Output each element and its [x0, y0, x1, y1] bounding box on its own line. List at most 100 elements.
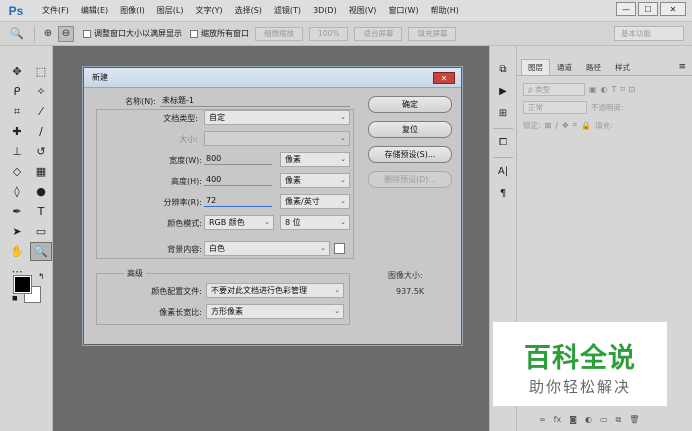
fill-screen-button[interactable]: 填充屏幕 [408, 26, 457, 41]
lasso-tool-icon[interactable]: ᑭ [6, 82, 28, 101]
tab-layers[interactable]: 图层 [521, 59, 550, 75]
zoom-all-windows-checkbox[interactable]: 缩放所有窗口 [190, 28, 249, 39]
pixel-aspect-select[interactable]: 方形像素 ⌄ [206, 304, 344, 319]
default-colors-icon[interactable]: ◼ [12, 294, 18, 302]
zoom-in-icon[interactable]: ⊕ [40, 26, 56, 42]
menu-help[interactable]: 帮助(H) [425, 0, 465, 22]
type-tool-icon[interactable]: T [30, 202, 52, 221]
menu-type[interactable]: 文字(Y) [189, 0, 228, 22]
resolution-input[interactable]: 72 [204, 194, 272, 207]
width-unit-value: 像素 [285, 155, 301, 164]
path-selection-tool-icon[interactable]: ➤ [6, 222, 28, 241]
rectangle-tool-icon[interactable]: ▭ [30, 222, 52, 241]
filter-shape-icon[interactable]: ⌑ [620, 85, 624, 94]
new-layer-icon[interactable]: ⧉ [616, 415, 622, 425]
fit-screen-button[interactable]: 适合屏幕 [354, 26, 403, 41]
color-profile-select[interactable]: 不要对此文档进行色彩管理 ⌄ [206, 283, 344, 298]
lock-image-icon[interactable]: ∕ [555, 121, 558, 130]
marquee-tool-icon[interactable]: ⬚ [30, 62, 52, 81]
lock-transparent-icon[interactable]: ⊠ [545, 121, 552, 130]
eraser-tool-icon[interactable]: ◇ [6, 162, 28, 181]
move-tool-icon[interactable]: ✥ [6, 62, 28, 81]
zoom-out-icon[interactable]: ⊖ [58, 25, 74, 42]
crop-tool-icon[interactable]: ⌗ [6, 102, 28, 121]
workspace-select[interactable]: 基本功能 [614, 26, 684, 41]
menu-3d[interactable]: 3D(D) [307, 0, 343, 22]
color-mode-select[interactable]: RGB 颜色 ⌄ [204, 215, 274, 230]
blend-mode-select[interactable]: 正常 [523, 100, 587, 114]
lock-position-icon[interactable]: ✥ [562, 121, 569, 130]
bit-depth-select[interactable]: 8 位 ⌄ [280, 215, 350, 230]
menu-filter[interactable]: 滤镜(T) [268, 0, 307, 22]
paragraph-panel-icon[interactable]: ¶ [493, 184, 513, 202]
hand-tool-icon[interactable]: ✋ [6, 242, 28, 261]
foreground-color-swatch[interactable] [13, 275, 32, 294]
maximize-button[interactable]: ☐ [638, 2, 658, 16]
brush-tool-icon[interactable]: ∕ [30, 122, 52, 141]
magic-wand-tool-icon[interactable]: ✧ [30, 82, 52, 101]
height-label: 高度(H): [171, 177, 202, 186]
layer-kind-select[interactable]: ρ 类型 [523, 82, 585, 96]
tab-channels[interactable]: 通道 [550, 59, 579, 75]
ok-button[interactable]: 确定 [368, 96, 452, 113]
close-window-button[interactable]: ✕ [660, 2, 686, 16]
tab-paths[interactable]: 路径 [579, 59, 608, 75]
filter-pixel-icon[interactable]: ▣ [589, 85, 597, 94]
lock-artboard-icon[interactable]: ⌗ [573, 120, 578, 130]
color-mode-label: 颜色模式: [167, 219, 202, 228]
tab-styles[interactable]: 样式 [608, 59, 637, 75]
dodge-tool-icon[interactable]: ● [30, 182, 52, 201]
menu-file[interactable]: 文件(F) [36, 0, 75, 22]
minimize-button[interactable]: — [616, 2, 636, 16]
resolution-unit-select[interactable]: 像素/英寸 ⌄ [280, 194, 350, 209]
healing-brush-tool-icon[interactable]: ✚ [6, 122, 28, 141]
history-brush-tool-icon[interactable]: ↺ [30, 142, 52, 161]
lock-all-icon[interactable]: 🔒 [581, 121, 591, 130]
height-unit-select[interactable]: 像素 ⌄ [280, 173, 350, 188]
eyedropper-tool-icon[interactable]: ⁄ [30, 102, 52, 121]
link-layers-icon[interactable]: ∞ [539, 415, 546, 425]
dialog-close-button[interactable]: ✕ [433, 72, 455, 84]
menu-window[interactable]: 窗口(W) [382, 0, 424, 22]
resize-windows-checkbox[interactable]: 调整窗口大小以满屏显示 [83, 28, 182, 39]
clone-stamp-tool-icon[interactable]: ⊥ [6, 142, 28, 161]
zoom-tool-icon[interactable]: 🔍 [30, 242, 52, 261]
group-icon[interactable]: ▭ [600, 415, 608, 425]
swap-colors-icon[interactable]: ↰ [38, 272, 45, 281]
menu-image[interactable]: 图像(I) [114, 0, 151, 22]
width-unit-select[interactable]: 像素 ⌄ [280, 152, 350, 167]
properties-panel-icon[interactable]: ⊞ [493, 104, 513, 122]
actions-panel-icon[interactable]: ▶ [493, 82, 513, 100]
filter-smart-object-icon[interactable]: ⊡ [629, 85, 636, 94]
delete-layer-icon[interactable]: 🗑 [629, 415, 639, 425]
background-color-preview[interactable] [334, 243, 345, 254]
checkbox-box[interactable] [190, 29, 198, 38]
panel-menu-icon[interactable]: ≡ [678, 59, 686, 75]
width-input[interactable]: 800 [204, 152, 272, 165]
gradient-tool-icon[interactable]: ▦ [30, 162, 52, 181]
clone-source-panel-icon[interactable]: ⧠ [493, 133, 513, 151]
menu-edit[interactable]: 编辑(E) [75, 0, 114, 22]
zoom-100-button[interactable]: 100% [309, 26, 349, 41]
scrubby-zoom-button[interactable]: 细微缩放 [255, 26, 303, 41]
blur-tool-icon[interactable]: ◊ [6, 182, 28, 201]
pen-tool-icon[interactable]: ✒ [6, 202, 28, 221]
background-select[interactable]: 白色 ⌄ [204, 241, 330, 256]
menu-view[interactable]: 视图(V) [343, 0, 383, 22]
fx-icon[interactable]: fx [554, 415, 562, 425]
history-panel-icon[interactable]: ⧉ [493, 60, 513, 78]
filter-type-icon[interactable]: T [612, 85, 617, 94]
height-input[interactable]: 400 [204, 173, 272, 186]
checkbox-box[interactable] [83, 29, 91, 38]
preset-select[interactable]: 自定 ⌄ [204, 110, 350, 125]
menu-layer[interactable]: 图层(L) [151, 0, 190, 22]
reset-button[interactable]: 复位 [368, 121, 452, 138]
menu-select[interactable]: 选择(S) [229, 0, 268, 22]
character-panel-icon[interactable]: A| [493, 162, 513, 180]
add-mask-icon[interactable]: ◙ [569, 415, 577, 425]
name-input[interactable]: 未标题-1 [160, 95, 350, 107]
filter-adjustment-icon[interactable]: ◐ [601, 85, 608, 94]
zoom-tool-preset-icon[interactable]: 🔍 [4, 25, 30, 43]
adjustment-layer-icon[interactable]: ◐ [585, 415, 592, 425]
save-preset-button[interactable]: 存储预设(S)... [368, 146, 452, 163]
